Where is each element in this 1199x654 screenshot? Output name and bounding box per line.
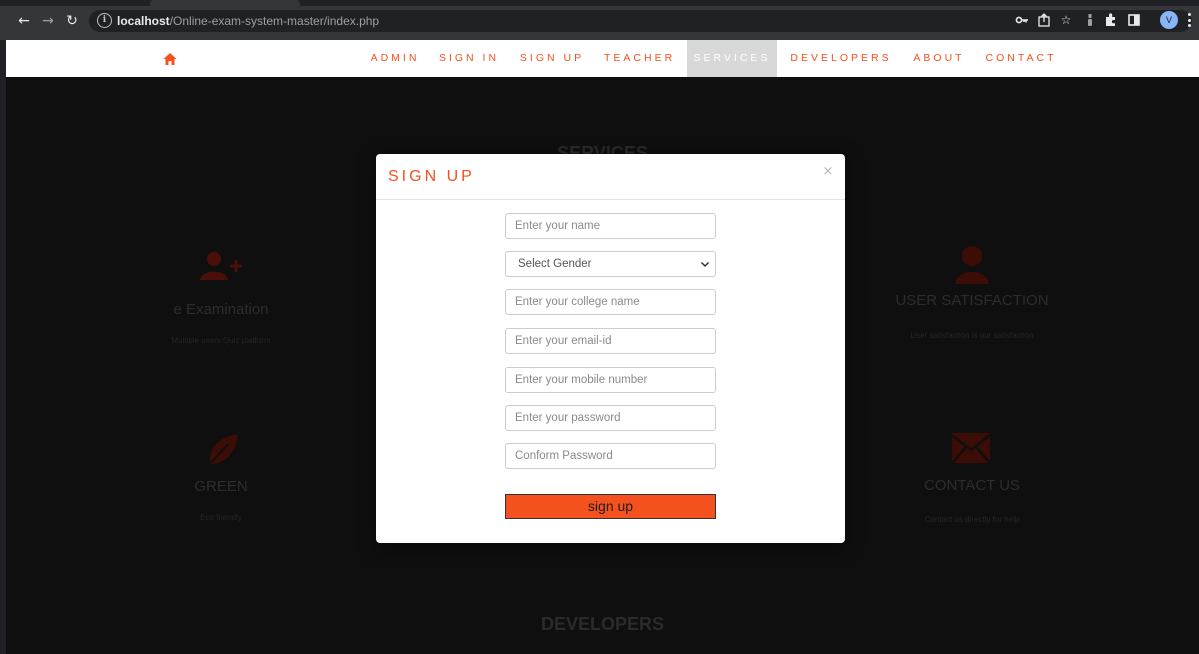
nav-item-services[interactable]: SERVICES — [687, 40, 777, 77]
college-input[interactable] — [505, 289, 716, 315]
modal-title: SIGN UP — [388, 168, 475, 185]
service-desc: Eco friendly — [200, 513, 242, 522]
bookmark-star-icon[interactable]: ☆ — [1059, 12, 1073, 28]
nav-item-teacher[interactable]: TEACHER — [604, 40, 674, 77]
back-arrow-icon[interactable]: ← — [16, 12, 32, 30]
gender-select[interactable]: Select Gender — [505, 251, 716, 277]
nav-item-developers[interactable]: DEVELOPERS — [789, 40, 893, 77]
chevron-down-icon — [700, 258, 710, 271]
leaf-icon — [204, 432, 240, 472]
url-path: /Online-exam-system-master/index.php — [169, 14, 380, 28]
url-host: localhost — [117, 14, 170, 28]
modal-header: SIGN UP × — [376, 154, 845, 200]
signup-modal: SIGN UP × Select Gender sign up — [376, 154, 845, 543]
password-input[interactable] — [505, 405, 716, 431]
key-icon[interactable] — [1015, 12, 1029, 28]
developers-heading: DEVELOPERS — [540, 614, 665, 634]
service-desc: Contact us directly for help — [924, 515, 1020, 524]
home-icon[interactable] — [163, 51, 177, 65]
profile-avatar[interactable]: V — [1160, 11, 1178, 29]
site-navbar: ADMIN SIGN IN SIGN UP TEACHER SERVICES D… — [6, 40, 1199, 77]
email-input[interactable] — [505, 328, 716, 354]
browser-tabstrip — [0, 0, 1199, 6]
service-title: e Examination — [173, 301, 269, 318]
nav-item-about[interactable]: ABOUT — [910, 40, 968, 77]
name-input[interactable] — [505, 213, 716, 239]
envelope-icon — [951, 433, 991, 467]
mobile-input[interactable] — [505, 367, 716, 393]
sign-up-button[interactable]: sign up — [505, 494, 716, 519]
service-item: GREEN Eco friendly — [156, 478, 286, 522]
extension-dropper-icon[interactable] — [1083, 12, 1097, 28]
service-title: GREEN — [194, 478, 248, 495]
service-item: e Examination Multiple users Quiz platfo… — [156, 301, 286, 345]
close-icon[interactable]: × — [822, 165, 834, 179]
share-icon[interactable] — [1037, 12, 1051, 28]
confirm-password-input[interactable] — [505, 443, 716, 469]
service-title: USER SATISFACTION — [895, 292, 1049, 309]
browser-tab[interactable] — [150, 0, 300, 6]
side-panel-icon[interactable] — [1127, 12, 1141, 28]
user-icon — [954, 244, 990, 288]
nav-item-admin[interactable]: ADMIN — [368, 40, 422, 77]
browser-menu-icon[interactable] — [1186, 12, 1194, 28]
nav-item-sign-in[interactable]: SIGN IN — [438, 40, 500, 77]
site-info-icon[interactable]: i — [97, 13, 112, 28]
browser-toolbar: ← → ↻ i localhost/Online-exam-system-mas… — [0, 0, 1199, 40]
add-user-icon — [198, 250, 246, 284]
service-item: USER SATISFACTION User satisfaction is o… — [885, 292, 1059, 340]
nav-item-sign-up[interactable]: SIGN UP — [519, 40, 585, 77]
reload-icon[interactable]: ↻ — [64, 12, 80, 30]
page-viewport: ADMIN SIGN IN SIGN UP TEACHER SERVICES D… — [6, 40, 1199, 654]
forward-arrow-icon[interactable]: → — [40, 12, 56, 30]
address-url[interactable]: localhost/Online-exam-system-master/inde… — [117, 13, 379, 29]
nav-item-contact[interactable]: CONTACT — [984, 40, 1058, 77]
service-item: CONTACT US Contact us directly for help — [885, 477, 1059, 524]
gender-select-value: Select Gender — [518, 258, 592, 270]
service-desc: User satisfaction is our satisfaction — [910, 331, 1034, 340]
service-title: CONTACT US — [923, 477, 1021, 494]
service-desc: Multiple users Quiz platform — [171, 336, 271, 345]
extensions-puzzle-icon[interactable] — [1104, 12, 1118, 28]
